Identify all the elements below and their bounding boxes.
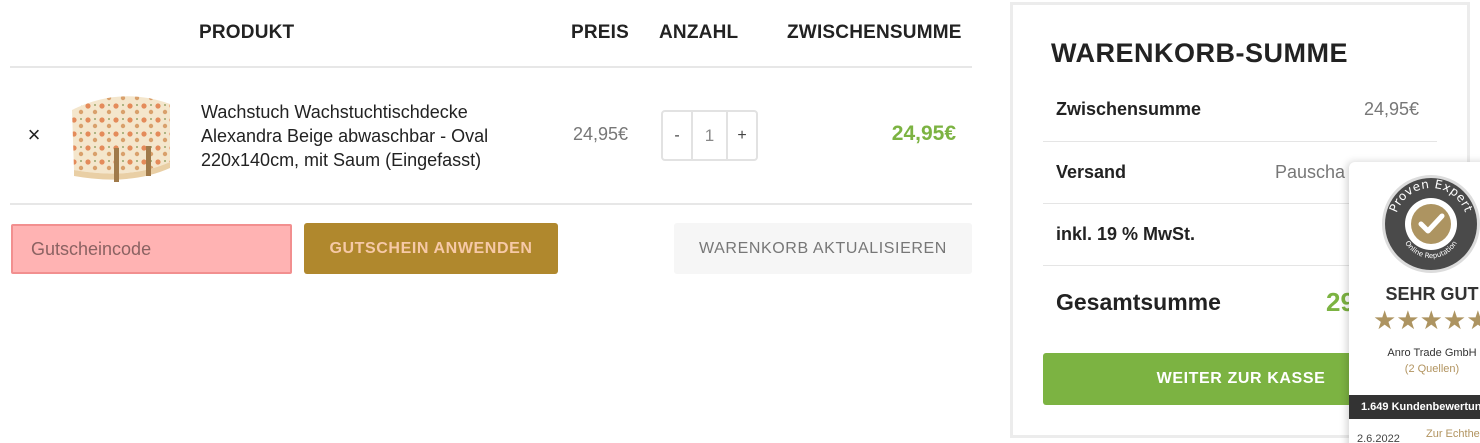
apply-coupon-button[interactable]: GUTSCHEIN ANWENDEN — [304, 223, 558, 274]
header-quantity: ANZAHL — [659, 22, 739, 43]
star-rating-icon: ★★★★★ — [1373, 305, 1480, 335]
sources-link[interactable]: (2 Quellen) — [1349, 363, 1480, 375]
remove-item-icon[interactable]: × — [22, 123, 46, 147]
shipping-label: Versand — [1056, 162, 1127, 182]
quantity-input[interactable]: 1 — [691, 112, 728, 159]
product-name-link[interactable]: Wachstuch Wachstuchtischdecke Alexandra … — [201, 100, 541, 172]
tax-label: inkl. 19 % MwSt. — [1056, 224, 1196, 244]
quantity-plus-button[interactable]: + — [728, 112, 756, 159]
cart-totals-title: WARENKORB-SUMME — [1051, 38, 1348, 68]
product-price: 24,95€ — [573, 124, 629, 144]
row-subtotal: 24,95€ — [891, 122, 956, 145]
coupon-code-input[interactable] — [11, 224, 292, 274]
provenexpert-widget[interactable]: Proven Expert Online Reputation SEHR GUT… — [1349, 162, 1480, 443]
header-product: PRODUKT — [199, 22, 295, 43]
header-subtotal: ZWISCHENSUMME — [787, 22, 962, 43]
update-cart-button[interactable]: WARENKORB AKTUALISIEREN — [674, 223, 972, 274]
product-image[interactable] — [70, 88, 172, 182]
totals-subtotal-value: 24,95€ — [1364, 99, 1420, 119]
rating-label: SEHR GUT — [1385, 284, 1479, 304]
company-name: Anro Trade GmbH — [1387, 347, 1477, 359]
totals-divider — [1043, 141, 1437, 142]
authenticity-link[interactable]: Zur Echthe — [1426, 428, 1480, 440]
provenexpert-seal-icon: Proven Expert Online Reputation — [1382, 175, 1480, 273]
totals-subtotal-label: Zwischensumme — [1056, 99, 1202, 119]
review-date: 2.6.2022 — [1357, 433, 1400, 443]
quantity-minus-button[interactable]: - — [663, 112, 691, 159]
tablecloth-image — [70, 88, 172, 182]
grand-total-label: Gesamtsumme — [1056, 289, 1221, 315]
quantity-stepper: - 1 + — [661, 110, 758, 161]
shipping-value: Pauscha — [1275, 162, 1346, 182]
table-divider — [10, 203, 972, 205]
reviews-count-bar[interactable]: 1.649 Kundenbewertun — [1349, 395, 1480, 419]
table-divider — [10, 66, 972, 68]
header-price: PREIS — [571, 22, 630, 43]
